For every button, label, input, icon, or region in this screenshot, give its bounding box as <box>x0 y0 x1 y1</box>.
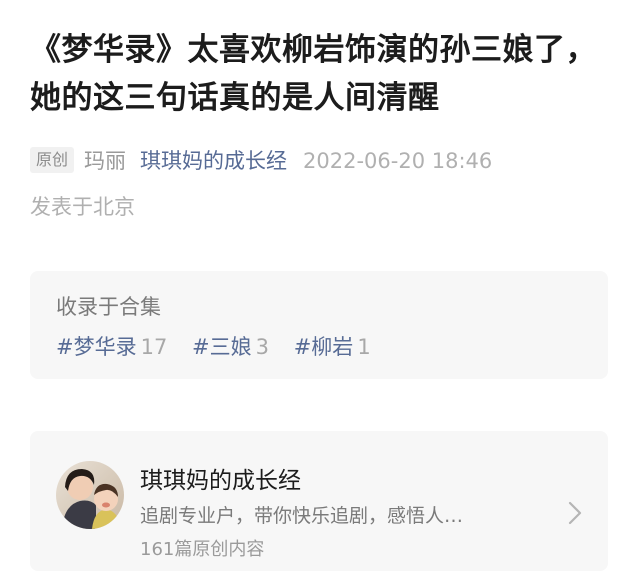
article-title: 《梦华录》太喜欢柳岩饰演的孙三娘了，她的这三句话真的是人间清醒 <box>30 32 597 116</box>
account-link[interactable]: 琪琪妈的成长经 <box>140 149 287 173</box>
account-description: 追剧专业户，带你快乐追剧，感悟人… <box>140 505 464 527</box>
tag-label: #三娘 <box>192 335 252 359</box>
avatar[interactable] <box>56 461 124 529</box>
tag-label: #梦华录 <box>56 335 137 359</box>
article-meta: 原创 玛丽 琪琪妈的成长经 2022-06-20 18:46 <box>30 144 620 178</box>
collection-card: 收录于合集 #梦华录 17 #三娘 3 #柳岩 1 <box>30 271 608 379</box>
publish-location: 发表于北京 <box>30 195 135 219</box>
original-badge: 原创 <box>30 147 75 173</box>
tag-sanniang[interactable]: #三娘 3 <box>192 335 269 359</box>
tag-count: 1 <box>357 335 371 359</box>
tag-label: #柳岩 <box>293 335 354 359</box>
chevron-right-icon[interactable] <box>568 501 582 525</box>
collection-title: 收录于合集 <box>56 295 161 319</box>
tag-meihualu[interactable]: #梦华录 17 <box>56 335 167 359</box>
tag-liuyan[interactable]: #柳岩 1 <box>294 335 371 359</box>
tag-count: 17 <box>140 335 168 359</box>
original-count: 161篇原创内容 <box>140 539 265 560</box>
tag-count: 3 <box>255 335 270 359</box>
publish-date: 2022-06-20 18:46 <box>303 149 493 173</box>
account-name: 琪琪妈的成长经 <box>140 468 301 494</box>
account-profile-card[interactable]: 琪琪妈的成长经 追剧专业户，带你快乐追剧，感悟人… 161篇原创内容 <box>30 431 608 571</box>
author-name: 玛丽 <box>84 149 127 173</box>
avatar-photo-icon <box>56 461 124 529</box>
collection-tags: #梦华录 17 #三娘 3 #柳岩 1 <box>56 331 389 361</box>
